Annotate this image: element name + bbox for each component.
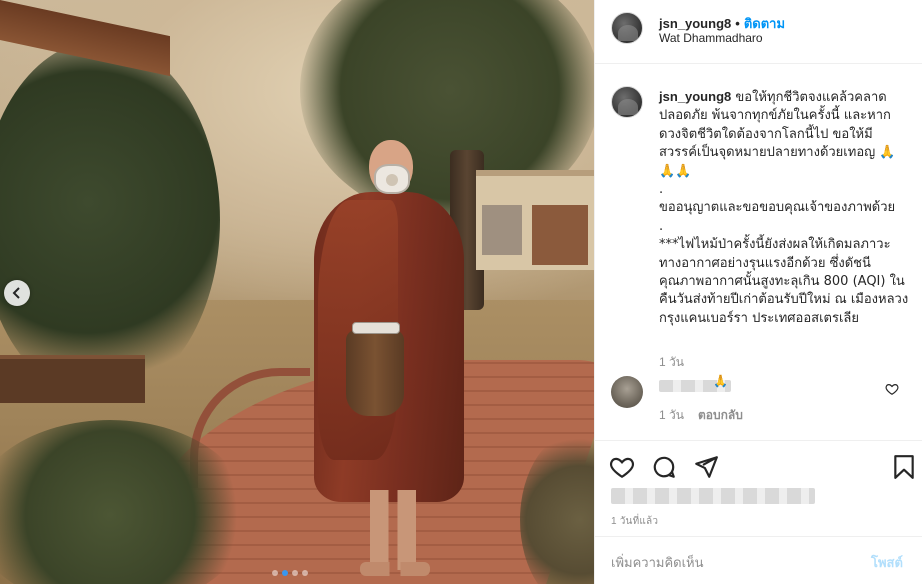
caption-username[interactable]: jsn_young8 <box>659 89 731 104</box>
reply-button[interactable]: ตอบกลับ <box>698 406 743 425</box>
post-details-panel: jsn_young8 • ติดตาม Wat Dhammadharo jsn_… <box>594 0 922 584</box>
chevron-left-icon <box>12 287 20 299</box>
commenter-avatar[interactable] <box>611 376 643 408</box>
pavilion-base <box>0 355 145 403</box>
caption-text: jsn_young8 ขอให้ทุกชีวิตจงแคล้วคลาดปลอดภ… <box>659 88 909 328</box>
post-photo[interactable] <box>0 0 594 584</box>
post-location[interactable]: Wat Dhammadharo <box>659 31 763 45</box>
alms-bowl-lid <box>352 322 400 334</box>
instagram-post-modal: jsn_young8 • ติดตาม Wat Dhammadharo jsn_… <box>0 0 922 584</box>
separator-dot: • <box>735 16 740 31</box>
author-avatar[interactable] <box>611 12 643 44</box>
comment-text: 🙏 <box>713 374 728 388</box>
post-comment-button[interactable]: โพสต์ <box>871 552 903 573</box>
caption-avatar[interactable] <box>611 86 643 118</box>
comment-icon[interactable] <box>651 454 677 480</box>
carousel-dots <box>272 570 308 576</box>
bookmark-icon <box>894 455 914 479</box>
comment-like-icon[interactable] <box>885 382 899 396</box>
actions-divider <box>595 440 922 441</box>
alms-bowl <box>346 330 404 416</box>
caption-time: 1 วัน <box>659 355 684 369</box>
mask-filter <box>386 174 398 186</box>
post-header: jsn_young8 • ติดตาม Wat Dhammadharo <box>595 0 922 64</box>
carousel-dot <box>272 570 278 576</box>
post-time: 1 วันที่แล้ว <box>611 516 659 527</box>
share-icon[interactable] <box>693 454 719 480</box>
caption-body: ขอให้ทุกชีวิตจงแคล้วคลาดปลอดภัย พ้นจากทุ… <box>659 90 909 326</box>
comment-item: 🙏 1 วัน ตอบกลับ <box>595 372 922 432</box>
monk-legs <box>370 490 416 570</box>
carousel-dot <box>282 570 288 576</box>
house-window <box>482 205 522 255</box>
add-comment-input[interactable]: เพิ่มความคิดเห็น <box>611 552 831 573</box>
comment-divider <box>595 536 922 537</box>
likes-count-blurred <box>611 488 815 504</box>
carousel-dot <box>292 570 298 576</box>
comment-meta: 1 วัน ตอบกลับ <box>659 406 743 425</box>
house-door <box>532 205 588 265</box>
carousel-dot <box>302 570 308 576</box>
carousel-prev-button[interactable] <box>4 280 30 306</box>
author-username[interactable]: jsn_young8 <box>659 16 731 31</box>
monk-feet <box>360 562 430 576</box>
save-button[interactable] <box>891 454 917 485</box>
post-actions <box>609 454 719 480</box>
comment-time: 1 วัน <box>659 408 684 422</box>
heart-icon[interactable] <box>609 454 635 480</box>
